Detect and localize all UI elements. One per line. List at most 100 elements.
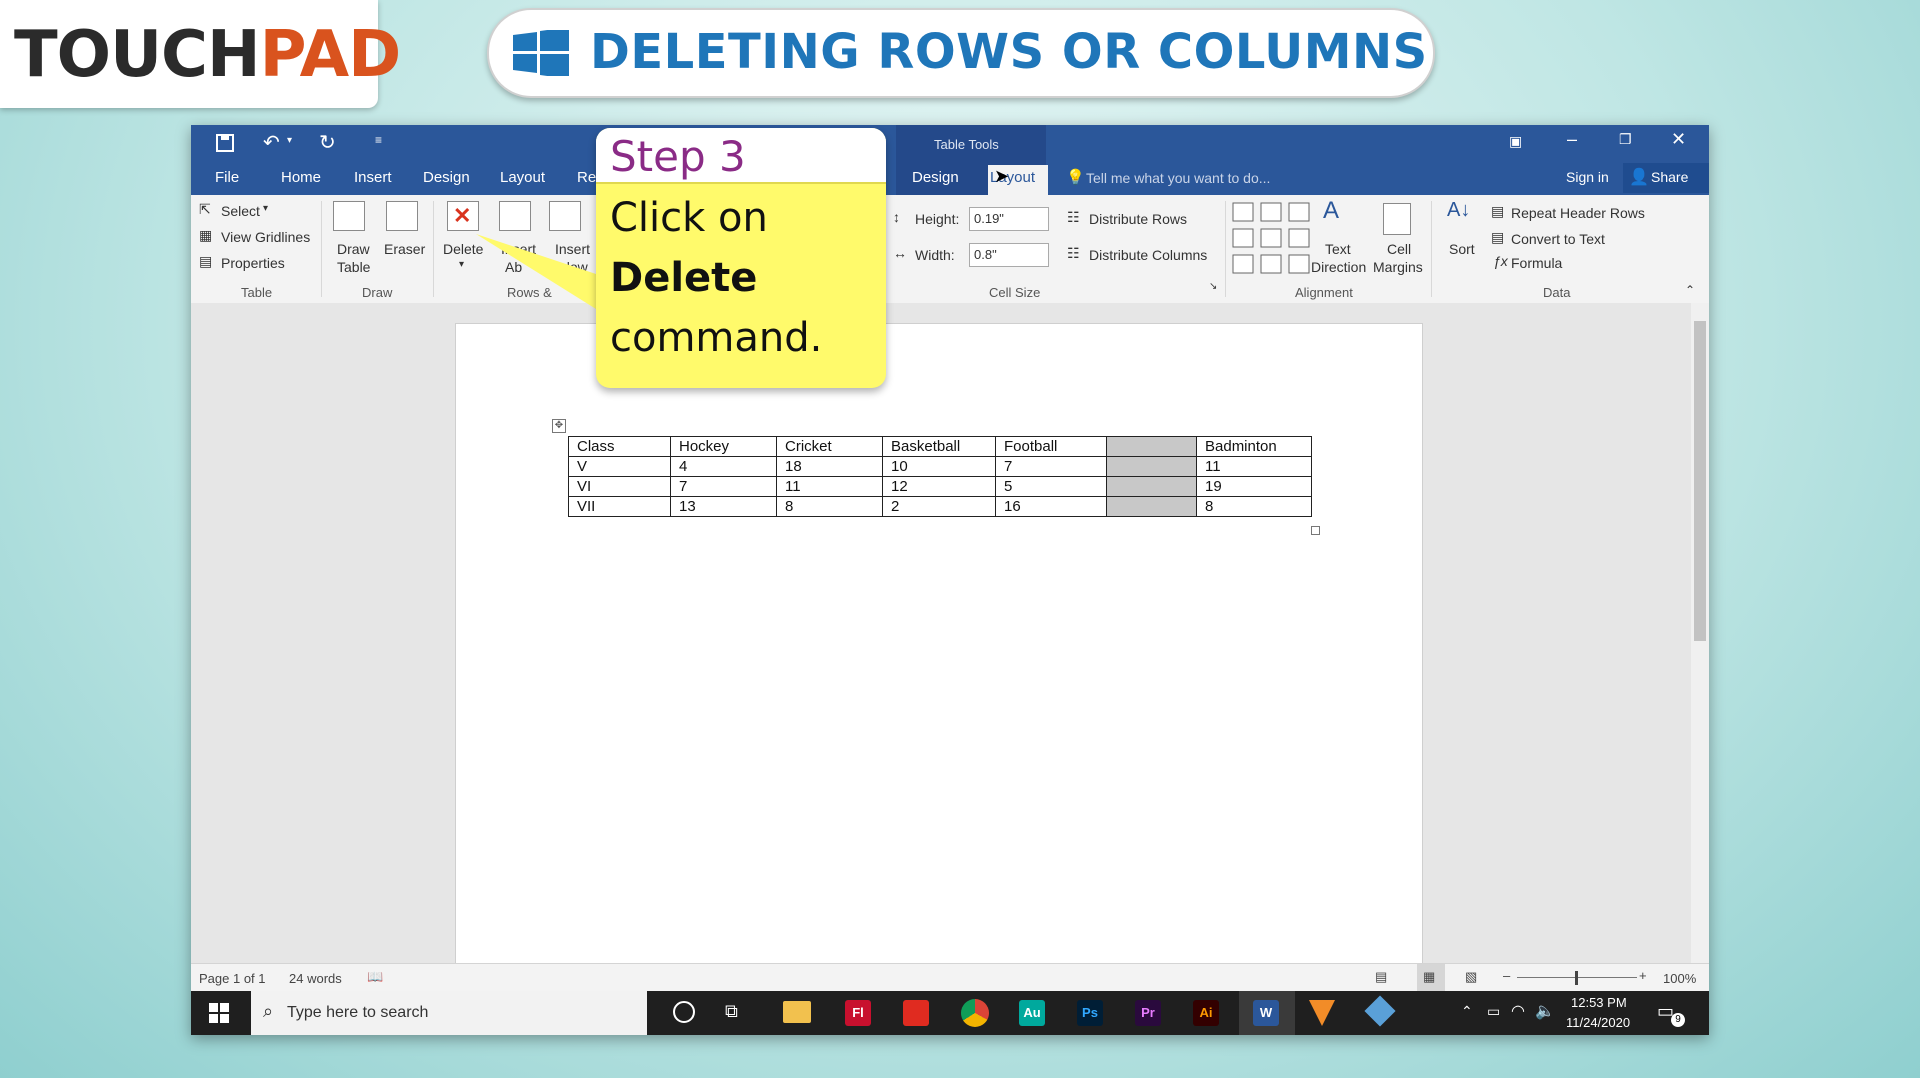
minimize-icon[interactable]: –	[1567, 129, 1577, 150]
undo-icon[interactable]: ↶	[263, 130, 280, 155]
table-cell[interactable]: Cricket	[776, 436, 883, 457]
clock-time[interactable]: 12:53 PM	[1571, 995, 1627, 1010]
document-page[interactable]	[455, 323, 1423, 965]
scrollbar-thumb[interactable]	[1694, 321, 1706, 641]
distribute-rows-button[interactable]: Distribute Rows	[1089, 211, 1187, 227]
table-cell[interactable]: Football	[995, 436, 1107, 457]
page-count[interactable]: Page 1 of 1	[199, 971, 266, 986]
select-button[interactable]: Select	[221, 203, 260, 219]
illustrator-app-icon[interactable]: Ai	[1193, 1000, 1219, 1026]
table-cell[interactable]: 8	[776, 496, 883, 517]
volume-icon[interactable]: 🔈	[1535, 1001, 1555, 1021]
table-cell[interactable]: 8	[1196, 496, 1312, 517]
chrome-app-icon[interactable]	[961, 999, 989, 1027]
ribbon-display-icon[interactable]: ▣	[1509, 133, 1522, 150]
width-input[interactable]: 0.8"	[969, 243, 1049, 267]
alignment-grid-icon[interactable]	[1231, 201, 1315, 277]
repeat-header-rows-button[interactable]: Repeat Header Rows	[1511, 205, 1645, 221]
table-cell[interactable]: Basketball	[882, 436, 996, 457]
restore-icon[interactable]: ❐	[1619, 131, 1632, 148]
data-table[interactable]: Class Hockey Cricket Basketball Football…	[568, 436, 1312, 517]
table-cell[interactable]: 7	[995, 456, 1107, 477]
tab-home[interactable]: Home	[281, 169, 321, 186]
table-cell[interactable]: 10	[882, 456, 996, 477]
text-direction-label-2[interactable]: Direction	[1311, 259, 1366, 275]
draw-table-label-2[interactable]: Table	[337, 259, 370, 275]
table-cell[interactable]: 2	[882, 496, 996, 517]
zoom-in-icon[interactable]: +	[1639, 968, 1647, 983]
audition-app-icon[interactable]: Au	[1019, 1000, 1045, 1026]
chevron-up-icon[interactable]: ⌃	[1461, 1003, 1473, 1020]
table-cell[interactable]: Badminton	[1196, 436, 1312, 457]
table-cell[interactable]: 4	[670, 456, 777, 477]
battery-icon[interactable]: ▭	[1487, 1003, 1500, 1020]
save-icon[interactable]	[215, 133, 235, 153]
table-cell[interactable]: 12	[882, 476, 996, 497]
premiere-app-icon[interactable]: Pr	[1135, 1000, 1161, 1026]
table-cell[interactable]: 16	[995, 496, 1107, 517]
selected-column-cell[interactable]	[1106, 436, 1197, 457]
flash-app-icon[interactable]: Fl	[845, 1000, 871, 1026]
zoom-slider-thumb[interactable]	[1575, 971, 1578, 985]
properties-button[interactable]: Properties	[221, 255, 285, 271]
file-explorer-icon[interactable]	[783, 1001, 811, 1023]
tab-references[interactable]: Re	[577, 169, 596, 186]
convert-to-text-button[interactable]: Convert to Text	[1511, 231, 1605, 247]
text-direction-label-1[interactable]: Text	[1325, 241, 1351, 257]
word-app-icon[interactable]: W	[1253, 1000, 1279, 1026]
sign-in-link[interactable]: Sign in	[1566, 169, 1609, 185]
tab-table-design[interactable]: Design	[912, 169, 959, 186]
clock-date[interactable]: 11/24/2020	[1566, 1015, 1630, 1030]
table-cell[interactable]: 19	[1196, 476, 1312, 497]
zoom-out-icon[interactable]: –	[1503, 968, 1510, 983]
vlc-app-icon[interactable]	[1309, 1000, 1335, 1026]
collapse-ribbon-icon[interactable]: ⌃	[1685, 283, 1695, 297]
wifi-icon[interactable]: ◠	[1511, 1001, 1525, 1021]
close-icon[interactable]: ✕	[1671, 129, 1686, 150]
selected-column-cell[interactable]	[1106, 456, 1197, 477]
cortana-icon[interactable]	[673, 1001, 695, 1023]
tab-file[interactable]: File	[215, 169, 239, 186]
cell-margins-label-1[interactable]: Cell	[1387, 241, 1411, 257]
read-mode-icon[interactable]: ▤	[1375, 969, 1387, 985]
selected-column-cell[interactable]	[1106, 496, 1197, 517]
height-input[interactable]: 0.19"	[969, 207, 1049, 231]
tab-insert[interactable]: Insert	[354, 169, 392, 186]
sort-button[interactable]: Sort	[1449, 241, 1475, 257]
table-resize-handle[interactable]	[1311, 526, 1320, 535]
table-cell[interactable]: 18	[776, 456, 883, 477]
start-icon[interactable]	[209, 1003, 229, 1023]
selected-column-cell[interactable]	[1106, 476, 1197, 497]
table-cell[interactable]: 5	[995, 476, 1107, 497]
print-layout-icon[interactable]: ▦	[1423, 969, 1435, 985]
table-cell[interactable]: 7	[670, 476, 777, 497]
web-layout-icon[interactable]: ▧	[1465, 969, 1477, 985]
select-dropdown-icon[interactable]: ▾	[263, 203, 268, 214]
eraser-button[interactable]: Eraser	[384, 241, 425, 257]
redo-icon[interactable]: ↻	[319, 130, 336, 155]
customize-qat-icon[interactable]: ≡	[375, 133, 382, 147]
word-count[interactable]: 24 words	[289, 971, 342, 986]
table-move-handle-icon[interactable]: ✥	[552, 419, 566, 433]
delete-dropdown-icon[interactable]: ▾	[459, 259, 464, 270]
tell-me-input[interactable]: Tell me what you want to do...	[1086, 170, 1270, 186]
proofing-icon[interactable]: 📖	[367, 969, 383, 985]
table-cell[interactable]: V	[568, 456, 671, 477]
formula-button[interactable]: Formula	[1511, 255, 1562, 271]
table-cell[interactable]: VII	[568, 496, 671, 517]
distribute-columns-button[interactable]: Distribute Columns	[1089, 247, 1207, 263]
photoshop-app-icon[interactable]: Ps	[1077, 1000, 1103, 1026]
table-cell[interactable]: 11	[776, 476, 883, 497]
table-cell[interactable]: 11	[1196, 456, 1312, 477]
acrobat-app-icon[interactable]	[903, 1000, 929, 1026]
taskbar-search[interactable]: ⌕ Type here to search	[251, 991, 647, 1035]
cell-margins-label-2[interactable]: Margins	[1373, 259, 1423, 275]
table-cell[interactable]: Hockey	[670, 436, 777, 457]
table-cell[interactable]: VI	[568, 476, 671, 497]
view-gridlines-button[interactable]: View Gridlines	[221, 229, 310, 245]
misc-app-icon[interactable]	[1364, 995, 1396, 1027]
zoom-level[interactable]: 100%	[1663, 971, 1696, 986]
tab-design[interactable]: Design	[423, 169, 470, 186]
undo-dropdown-icon[interactable]: ▾	[287, 135, 292, 146]
tab-layout[interactable]: Layout	[500, 169, 545, 186]
